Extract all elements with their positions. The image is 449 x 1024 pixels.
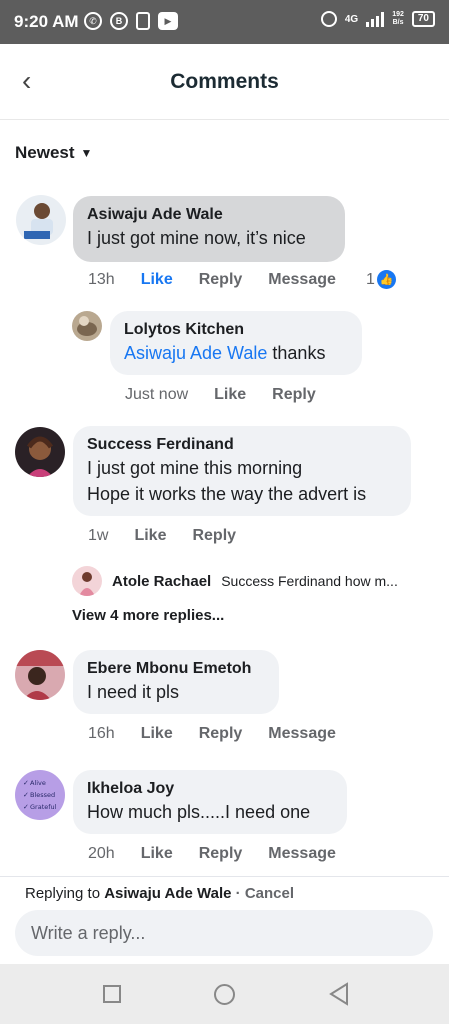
comment-author[interactable]: Ebere Mbonu Emetoh [87,659,265,679]
comment-bubble[interactable]: Ikheloa Joy How much pls.....I need one [73,770,347,834]
navigation-bar [0,964,449,1024]
thumbs-up-icon: 👍 [376,270,396,289]
network-speed: 192 B/s [392,11,404,26]
back-icon[interactable] [328,982,350,1006]
like-button[interactable]: Like [141,725,173,743]
network-type: 4G [344,13,359,25]
reply-preview[interactable]: Atole Rachael Success Ferdinand how m... [72,566,398,596]
youtube-icon: ▶ [158,12,178,30]
comment-time: 1w [88,527,109,544]
signal-icon [366,11,385,27]
comment-actions: 1w Like Reply [88,527,236,545]
avatar[interactable] [15,427,65,477]
message-button[interactable]: Message [268,271,336,289]
comment-time: 13h [88,271,115,288]
comment-bubble[interactable]: Ebere Mbonu Emetoh I need it pls [73,650,279,714]
comment-author[interactable]: Success Ferdinand [87,435,397,455]
cancel-button[interactable]: Cancel [245,885,294,902]
sort-dropdown[interactable]: Newest ▼ [15,143,92,163]
replying-to-name: Asiwaju Ade Wale [104,885,232,902]
comment-actions: 20h Like Reply Message [88,845,336,863]
comment-actions: 13h Like Reply Message [88,271,336,289]
comment-author[interactable]: Ikheloa Joy [87,779,333,799]
comment-time: 20h [88,845,115,862]
comment-text: How much pls.....I need one [87,802,311,822]
like-button[interactable]: Like [141,845,173,863]
comment-text: I need it pls [87,682,180,702]
reply-input[interactable] [15,910,433,956]
home-icon[interactable] [214,984,235,1005]
comment-text-line2: Hope it works the way the advert is [87,484,367,504]
like-button[interactable]: Like [141,271,173,289]
svg-text:✓: ✓ [23,779,29,787]
avatar[interactable] [16,195,66,245]
reply-time: Just now [125,386,189,403]
battery-icon: 70 [411,11,435,27]
sim-icon [136,12,150,30]
comment-bubble[interactable]: Asiwaju Ade Wale I just got mine now, it… [73,196,345,262]
reply-button[interactable]: Reply [272,386,316,404]
status-time: 9:20 AM [14,12,79,31]
svg-text:✓: ✓ [23,803,29,811]
alarm-icon [320,11,337,27]
reply-preview-text: Success Ferdinand how m... [221,573,398,589]
comment-text: I just got mine now, it’s nice [87,228,306,248]
reply-actions: Just now Like Reply [125,386,316,404]
avatar-word-2: Blessed [30,791,55,799]
reply-button[interactable]: Reply [199,725,243,743]
reply-bubble[interactable]: Lolytos Kitchen Asiwaju Ade Wale thanks [110,311,362,375]
recent-apps-icon[interactable] [103,985,121,1003]
reply-preview-author: Atole Rachael [112,572,212,590]
reply-button[interactable]: Reply [192,527,236,545]
avatar[interactable]: ✓ Alive ✓ Blessed ✓ Grateful [15,770,65,820]
avatar[interactable] [72,311,102,341]
comment-author[interactable]: Asiwaju Ade Wale [87,205,331,225]
b-icon: B [110,12,128,30]
replying-to: Replying to Asiwaju Ade Wale · Cancel [25,885,295,902]
view-more-replies-link[interactable]: View 4 more replies... [72,607,224,624]
sort-label: Newest [15,143,75,162]
like-button[interactable]: Like [214,386,246,404]
reply-button[interactable]: Reply [199,845,243,863]
svg-text:✓: ✓ [23,791,29,799]
reaction-count[interactable]: 1 👍 [366,270,396,289]
reply-author[interactable]: Lolytos Kitchen [124,320,348,340]
avatar-word-1: Alive [30,779,46,787]
avatar [72,566,102,596]
comment-bubble[interactable]: Success Ferdinand I just got mine this m… [73,426,411,516]
header: ‹ Comments [0,44,449,120]
avatar[interactable] [15,650,65,700]
chevron-down-icon: ▼ [80,146,93,160]
comment-actions: 16h Like Reply Message [88,725,336,743]
reply-bar: Replying to Asiwaju Ade Wale · Cancel [0,876,449,964]
status-bar: 9:20 AM ✆ B ▶ 4G 192 B/s 70 [0,0,449,44]
comment-text-line1: I just got mine this morning [87,458,303,478]
whatsapp-icon: ✆ [84,12,102,30]
reply-text: thanks [267,343,326,363]
reply-button[interactable]: Reply [199,271,243,289]
comment-time: 16h [88,725,115,742]
message-button[interactable]: Message [268,845,336,863]
message-button[interactable]: Message [268,725,336,743]
page-title: Comments [170,70,279,93]
like-button[interactable]: Like [134,527,166,545]
mention-link[interactable]: Asiwaju Ade Wale [124,343,267,363]
avatar-word-3: Grateful [30,803,57,811]
